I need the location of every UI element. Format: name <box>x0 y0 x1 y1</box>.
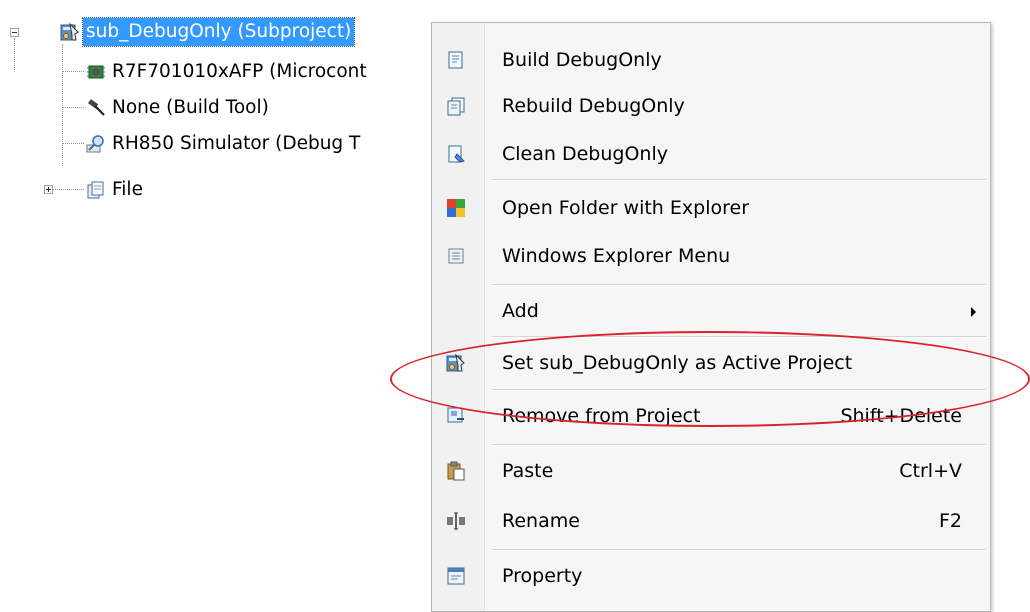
menu-item-label: Add <box>502 300 539 322</box>
menu-separator <box>492 179 986 181</box>
menu-item-explorer-menu[interactable]: Windows Explorer Menu <box>432 231 990 281</box>
rename-icon <box>446 511 466 531</box>
menu-item-shortcut: Shift+Delete <box>840 405 962 427</box>
project-tree: sub_DebugOnly (Subproject) R7F701010xAFP… <box>0 0 470 230</box>
paste-icon <box>446 461 466 481</box>
menu-item-label: Windows Explorer Menu <box>502 245 731 267</box>
menu-item-add[interactable]: Add <box>432 286 990 336</box>
menu-item-rename[interactable]: Rename F2 <box>432 496 990 546</box>
rebuild-icon <box>446 96 466 116</box>
tree-guide-line <box>62 107 84 108</box>
menu-item-label: Rebuild DebugOnly <box>502 95 685 117</box>
debug-tool-icon <box>86 134 106 154</box>
tree-guide-line <box>14 38 15 72</box>
menu-item-build[interactable]: Build DebugOnly <box>432 35 990 85</box>
microcontroller-icon <box>86 62 106 82</box>
explorer-menu-icon <box>446 246 466 266</box>
menu-item-shortcut: F2 <box>938 510 962 532</box>
clean-icon <box>446 144 466 164</box>
menu-item-rebuild[interactable]: Rebuild DebugOnly <box>432 81 990 131</box>
menu-item-label: Remove from Project <box>502 405 701 427</box>
collapse-toggle-root[interactable] <box>10 28 19 37</box>
menu-item-open-folder[interactable]: Open Folder with Explorer <box>432 183 990 233</box>
tree-guide-line <box>62 44 63 166</box>
file-folder-icon <box>86 180 106 200</box>
folder-explorer-icon <box>446 198 466 218</box>
menu-item-label: Open Folder with Explorer <box>502 197 749 219</box>
expand-toggle-file[interactable] <box>44 185 53 194</box>
menu-item-label: Build DebugOnly <box>502 49 662 71</box>
tree-guide-line <box>50 189 84 190</box>
remove-icon <box>446 406 466 426</box>
menu-item-label: Paste <box>502 460 554 482</box>
tree-guide-line <box>62 143 84 144</box>
menu-item-label: Set sub_DebugOnly as Active Project <box>502 352 853 374</box>
tree-node-label: R7F701010xAFP (Microcont <box>112 61 367 82</box>
tree-node-subproject[interactable]: sub_DebugOnly (Subproject) <box>60 17 356 47</box>
tree-node-debug-tool[interactable]: RH850 Simulator (Debug T <box>86 129 363 159</box>
build-icon <box>446 50 466 70</box>
menu-item-remove[interactable]: Remove from Project Shift+Delete <box>432 391 990 441</box>
menu-item-label: Rename <box>502 510 580 532</box>
tree-node-label: None (Build Tool) <box>112 97 269 118</box>
tree-node-label: sub_DebugOnly (Subproject) <box>81 17 356 47</box>
tree-node-microcontroller[interactable]: R7F701010xAFP (Microcont <box>86 57 370 87</box>
active-project-icon <box>446 353 466 373</box>
context-menu: Build DebugOnly Rebuild DebugOnly Clean … <box>431 22 991 612</box>
menu-item-clean[interactable]: Clean DebugOnly <box>432 129 990 179</box>
submenu-arrow-icon <box>971 307 976 317</box>
hammer-icon <box>86 98 106 118</box>
menu-item-paste[interactable]: Paste Ctrl+V <box>432 446 990 496</box>
subproject-icon <box>60 22 80 42</box>
tree-node-label: File <box>112 179 143 200</box>
tree-guide-line <box>62 71 84 72</box>
menu-item-shortcut: Ctrl+V <box>899 460 962 482</box>
tree-node-build-tool[interactable]: None (Build Tool) <box>86 93 272 123</box>
tree-node-label: RH850 Simulator (Debug T <box>112 133 361 154</box>
menu-item-label: Clean DebugOnly <box>502 143 668 165</box>
menu-item-label: Property <box>502 565 583 587</box>
menu-item-set-active-project[interactable]: Set sub_DebugOnly as Active Project <box>432 338 990 388</box>
tree-node-file[interactable]: File <box>86 175 146 205</box>
menu-item-property[interactable]: Property <box>432 551 990 601</box>
property-icon <box>446 566 466 586</box>
